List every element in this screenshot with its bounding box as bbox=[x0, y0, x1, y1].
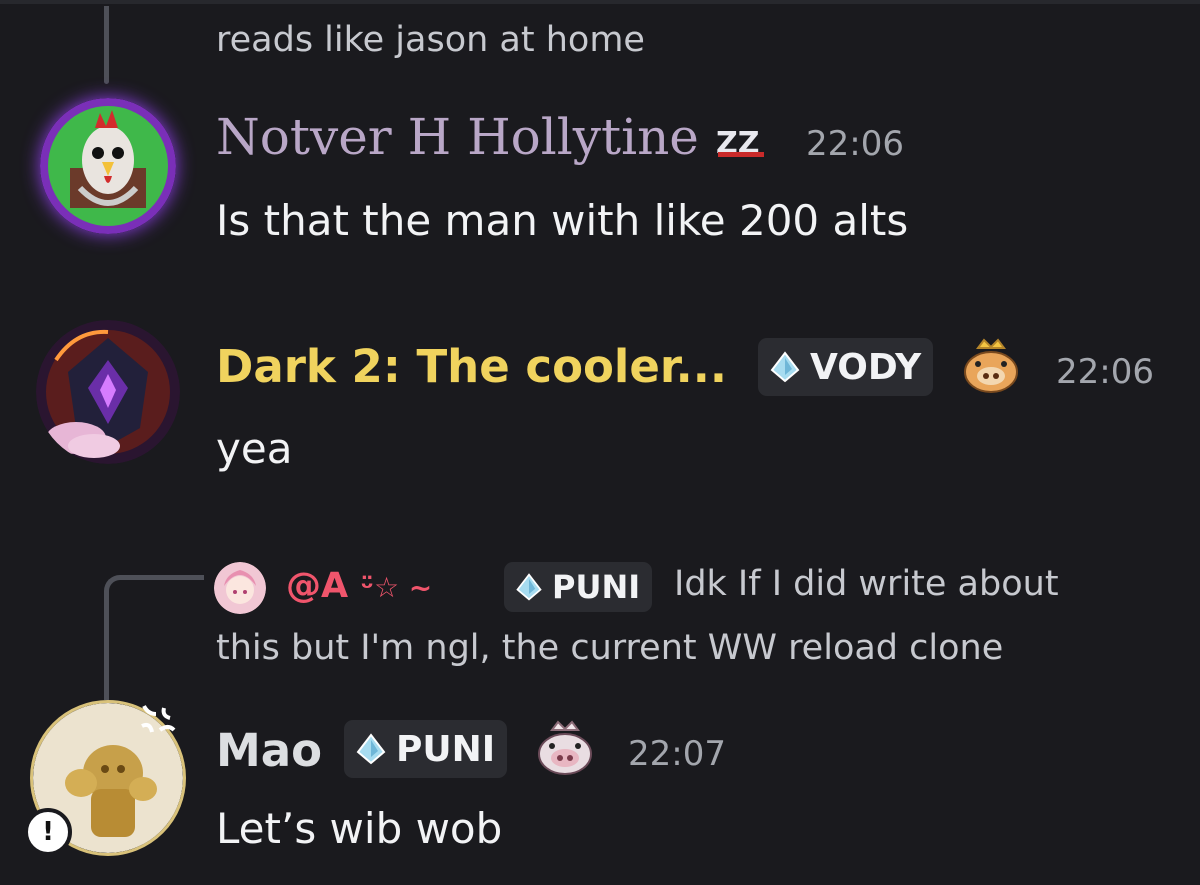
server-tag-label: PUNI bbox=[396, 728, 496, 770]
message-author[interactable]: Dark 2: The cooler... bbox=[216, 340, 727, 393]
message-author[interactable]: Notver H Hollytine bbox=[216, 108, 699, 166]
server-tag[interactable]: PUNI bbox=[344, 720, 508, 778]
reply-avatar[interactable] bbox=[214, 562, 266, 614]
message-timestamp: 22:06 bbox=[806, 124, 904, 164]
message-text: yea bbox=[216, 424, 293, 473]
reply-server-tag[interactable]: PUNI bbox=[504, 562, 653, 612]
water-drop-icon bbox=[354, 732, 388, 766]
reply-author[interactable]: @A ᵕ̈☆ ~ bbox=[286, 566, 432, 606]
previous-message-text: reads like jason at home bbox=[216, 20, 645, 60]
reply-preview-line1[interactable]: Idk If I did write about bbox=[674, 564, 1059, 604]
reply-preview-line2[interactable]: this but I'm ngl, the current WW reload … bbox=[216, 628, 1003, 668]
message-timestamp: 22:07 bbox=[628, 734, 726, 774]
reply-author-decoration: ᵕ̈☆ ~ bbox=[360, 571, 433, 604]
dark-crystal-avatar-icon bbox=[36, 320, 180, 464]
server-tag-label: VODY bbox=[810, 346, 922, 388]
reply-server-tag-label: PUNI bbox=[552, 568, 641, 606]
message-timestamp: 22:06 bbox=[1056, 352, 1154, 392]
user-avatar[interactable] bbox=[36, 320, 180, 464]
user-avatar[interactable] bbox=[40, 98, 176, 234]
server-tag[interactable]: VODY bbox=[758, 338, 934, 396]
alert-icon: ! bbox=[24, 808, 72, 856]
anime-girl-avatar-icon bbox=[214, 562, 266, 614]
reply-author-name: @A bbox=[286, 566, 349, 606]
crowned-boar-icon bbox=[534, 718, 596, 784]
rooster-avatar-icon bbox=[40, 98, 176, 234]
reply-connector bbox=[104, 575, 204, 700]
water-drop-icon bbox=[514, 572, 544, 602]
message-text: Let’s wib wob bbox=[216, 804, 503, 853]
zz-badge-icon: ZZ bbox=[714, 124, 770, 164]
thread-line bbox=[104, 6, 109, 84]
angry-mark-icon bbox=[130, 700, 180, 748]
crowned-boar-icon bbox=[960, 336, 1022, 402]
water-drop-icon bbox=[768, 350, 802, 384]
message-text: Is that the man with like 200 alts bbox=[216, 196, 909, 245]
message-author[interactable]: Mao bbox=[216, 724, 322, 777]
top-divider bbox=[0, 0, 1200, 4]
